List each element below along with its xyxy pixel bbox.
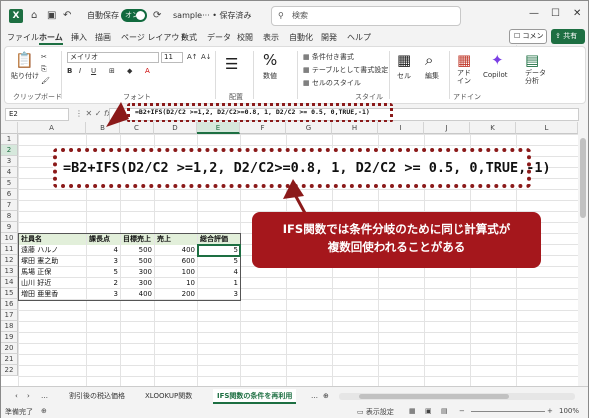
add-sheet-icon[interactable]: ⊕: [319, 389, 333, 404]
accessibility-icon[interactable]: ⊕: [41, 407, 47, 415]
excel-window: X ⌂ ▣ ↶ 自動保存 オン ⟳ sample··· • 保存済み ⚲ 検索 …: [0, 0, 589, 418]
tab-scroll-right-icon[interactable]: ›: [23, 389, 34, 404]
arrow-to-callout: [283, 179, 304, 199]
more-tabs-icon[interactable]: …: [37, 389, 52, 404]
status-bar: 準備完了 ⊕ ▭ 表示設定 ▦ ▣ ▤ − + 100%: [1, 406, 588, 418]
status-ready: 準備完了: [5, 408, 33, 416]
normal-view-icon[interactable]: ▦: [409, 407, 416, 415]
zoom-level[interactable]: 100%: [559, 407, 579, 415]
display-settings-button[interactable]: ▭ 表示設定: [357, 407, 394, 417]
sheet-tabs-bar: ‹ › … 割引後の税込価格 XLOOKUP関数 IFS関数の条件を再利用 … …: [1, 386, 588, 406]
scroll-thumb[interactable]: [359, 394, 509, 399]
annotation-bubble: IFS関数では条件分岐のために同じ計算式が 複数回使われることがある: [252, 212, 541, 268]
horizontal-scrollbar[interactable]: [339, 393, 575, 400]
annotation-line-1: IFS関数では条件分岐のために同じ計算式が: [282, 222, 511, 236]
callout-arrows: [106, 102, 308, 216]
page-layout-icon[interactable]: ▣: [425, 407, 432, 415]
zoom-in-icon[interactable]: +: [547, 407, 553, 415]
arrow-to-formula-bar: [106, 102, 129, 127]
tab-scroll-left-icon[interactable]: ‹: [11, 389, 22, 404]
sheet-tab-xlookup[interactable]: XLOOKUP関数: [141, 389, 196, 404]
sheet-tab-ifs[interactable]: IFS関数の条件を再利用: [213, 389, 297, 404]
zoom-out-icon[interactable]: −: [459, 407, 465, 415]
page-break-icon[interactable]: ▤: [441, 407, 448, 415]
annotation-line-2: 複数回使われることがある: [327, 240, 466, 254]
sheet-tab-discount[interactable]: 割引後の税込価格: [65, 389, 129, 404]
zoom-slider[interactable]: [471, 411, 545, 412]
